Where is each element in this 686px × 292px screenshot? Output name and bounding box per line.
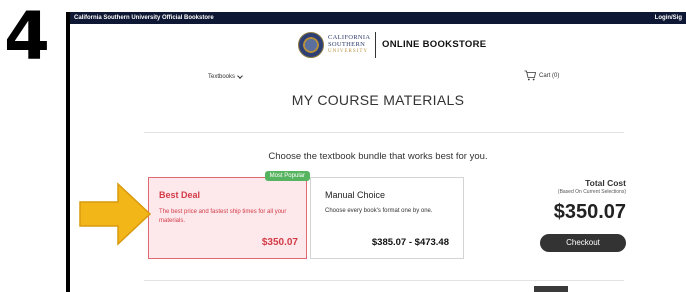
manual-choice-description: Choose every book's format one by one. [325, 208, 433, 214]
university-seal-icon [298, 32, 324, 58]
checkout-button[interactable]: Checkout [540, 234, 626, 252]
total-cost-sublabel: (Based On Current Selections) [557, 189, 626, 195]
total-cost-label: Total Cost [585, 178, 626, 188]
divider [144, 280, 624, 281]
most-popular-badge: Most Popular [264, 171, 310, 181]
logo-divider [375, 32, 376, 58]
university-name: CALIFORNIA SOUTHERN UNIVERSITY [328, 34, 370, 55]
cart-label: Cart (0) [539, 72, 560, 79]
manual-choice-card[interactable]: Manual Choice Choose every book's format… [310, 177, 464, 259]
page-title: MY COURSE MATERIALS [291, 92, 465, 108]
total-cost-amount: $350.07 [553, 201, 626, 223]
divider [144, 132, 624, 133]
store-name: ONLINE BOOKSTORE [382, 39, 487, 50]
bookstore-page: CALIFORNIA SOUTHERN UNIVERSITY ONLINE BO… [70, 24, 686, 292]
logo-line-1: CALIFORNIA [328, 34, 371, 41]
logo-line-3: UNIVERSITY [328, 49, 368, 54]
best-deal-description: The best price and fastest ship times fo… [159, 209, 287, 224]
manual-choice-title: Manual Choice [325, 190, 386, 200]
step-number: 4 [4, 0, 50, 75]
partial-element [534, 286, 568, 292]
site-name[interactable]: California Southern University Official … [74, 12, 214, 24]
top-bar: California Southern University Official … [66, 12, 686, 24]
best-deal-card[interactable]: Most Popular Best Deal The best price an… [148, 171, 310, 259]
textbooks-label: Textbooks [208, 74, 236, 80]
cart-link[interactable]: Cart (0) [524, 70, 559, 81]
cart-icon [524, 70, 536, 81]
textbooks-menu[interactable]: Textbooks [208, 73, 243, 80]
logo-line-2: SOUTHERN [328, 41, 366, 48]
best-deal-price: $350.07 [261, 237, 298, 248]
login-link[interactable]: Login/Sig [655, 12, 682, 24]
bundle-prompt: Choose the textbook bundle that works be… [268, 151, 488, 162]
manual-choice-price: $385.07 - $473.48 [371, 237, 449, 248]
best-deal-title: Best Deal [159, 190, 201, 200]
chevron-down-icon [237, 73, 243, 79]
